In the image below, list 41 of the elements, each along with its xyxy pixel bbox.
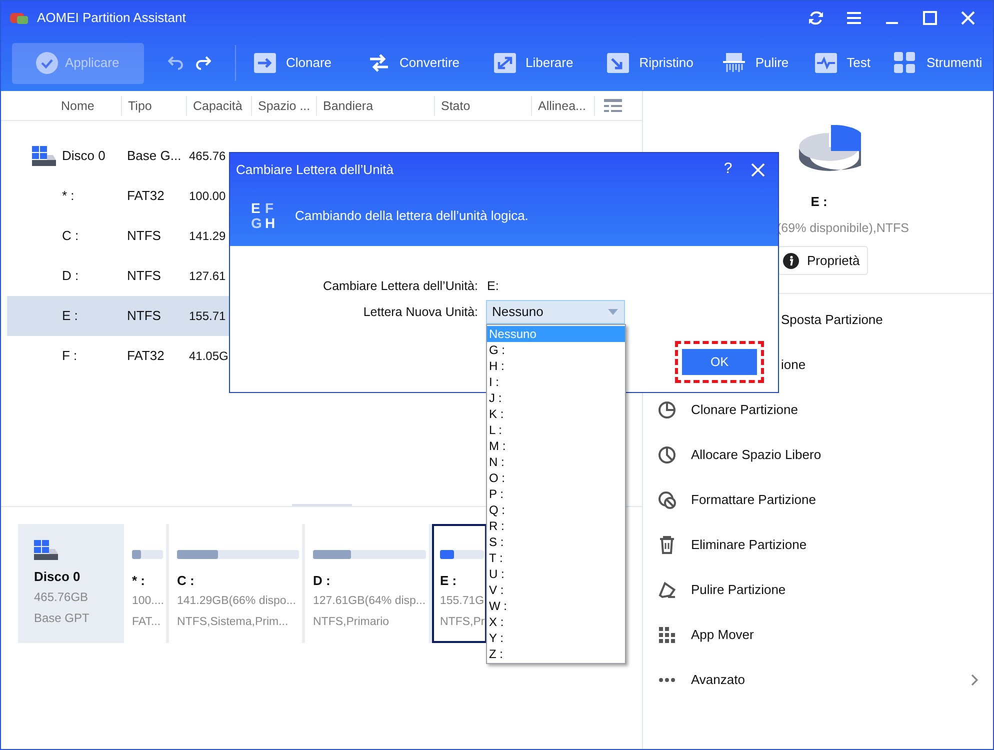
- drive-letters-logo: E F G H: [251, 201, 276, 231]
- partition-info: NTFS,Primario: [313, 615, 390, 630]
- partition-letter: E :: [810, 193, 828, 211]
- disk-name: Disco 0: [34, 568, 82, 586]
- partition-letter: D :: [313, 572, 332, 590]
- field-value: E:: [487, 278, 499, 295]
- table-cell-text: C :: [62, 227, 79, 246]
- partition-letter: C :: [177, 572, 196, 590]
- dialog-subtitle: Cambiando della lettera dell’unità logica.: [295, 207, 528, 226]
- disk-type: Base GPT: [34, 610, 90, 627]
- table-cell-text: F :: [62, 347, 78, 366]
- table-cell-text: Base G...: [126, 147, 182, 166]
- table-cell-text: 465.76: [188, 148, 226, 165]
- field-label: Cambiare Lettera dell’Unità:: [322, 278, 478, 295]
- window-title: AOMEI Partition Assistant: [37, 9, 186, 28]
- table-cell-text: 127.61: [188, 268, 226, 285]
- partition-size: 127.61GB(64% disp...: [313, 594, 426, 609]
- table-cell-text: NTFS: [126, 267, 162, 286]
- field-label: Lettera Nuova Unità:: [362, 304, 478, 321]
- table-cell-text: Disco 0: [62, 147, 106, 166]
- partition-info: NTFS,Sistema,Prim...: [177, 615, 290, 630]
- table-cell-text: NTFS: [126, 227, 162, 246]
- table-cell-text: E :: [62, 307, 78, 326]
- partition-info: NTFS,Pr: [440, 615, 484, 630]
- partition-size: 155.71G: [440, 594, 484, 609]
- table-cell-text: * :: [62, 187, 74, 206]
- table-cell-text: NTFS: [126, 307, 162, 326]
- partition-size: 141.29GB(66% dispo...: [177, 594, 297, 609]
- table-cell-text: 141.29: [188, 228, 226, 245]
- partition-letter: E :: [440, 572, 458, 590]
- table-cell-text: D :: [62, 267, 79, 286]
- table-cell-text: 41.05G: [188, 348, 228, 365]
- partition-letter: * :: [132, 572, 146, 590]
- table-cell-text: FAT32: [126, 347, 166, 366]
- table-cell-text: 155.71: [188, 308, 226, 325]
- dialog-title: Cambiare Lettera dell’Unità: [236, 160, 394, 179]
- table-cell-text: 100.00: [188, 188, 226, 205]
- table-cell-text: FAT32: [126, 187, 166, 206]
- partition-size: 100....: [132, 594, 163, 609]
- partition-info: FAT...: [132, 615, 162, 630]
- disk-size: 465.76GB: [34, 589, 90, 606]
